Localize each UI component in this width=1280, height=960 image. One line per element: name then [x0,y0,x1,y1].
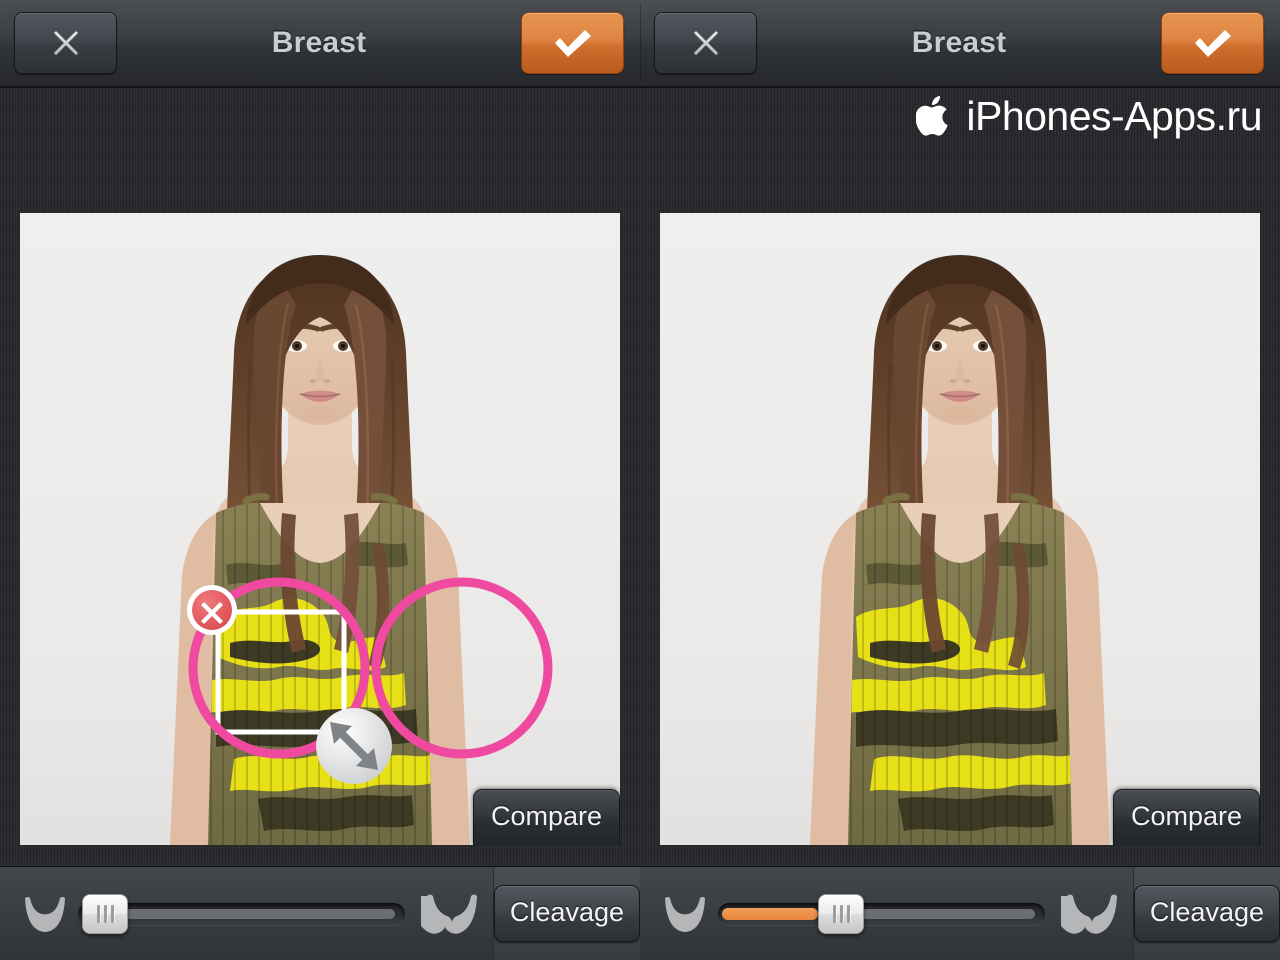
grip-line [839,904,843,923]
photo-pane-right[interactable]: Compare [660,213,1260,845]
slider-region-right [640,867,1133,960]
resize-diagonal-icon [316,708,392,784]
bottom-toolbar-right: Cleavage [640,867,1280,960]
slider-region-left [0,867,493,960]
compare-button-left[interactable]: Compare [472,789,620,845]
overlay-graphics [187,577,553,784]
grip-line [96,904,100,923]
slider-inner-rail [108,908,395,919]
bottom-toolbar: Cleavage Cleavage [0,866,1280,960]
close-icon [693,30,718,56]
compare-button-right[interactable]: Compare [1112,789,1260,845]
confirm-button-left[interactable] [521,12,624,74]
grip-line [103,904,107,923]
check-icon [554,30,591,57]
slider-fill [722,907,818,920]
confirm-button-right[interactable] [1161,12,1264,74]
check-icon [1194,30,1231,57]
grip-line [832,904,836,923]
close-button-right[interactable] [654,12,757,74]
app-screen: Breast Breast iPhones-Apps.ru Compare Co… [0,0,1280,960]
top-toolbar-right: Breast [640,0,1280,86]
cleavage-region-left: Cleavage [492,867,640,960]
selection-frame [215,609,347,735]
bra-large-icon [1060,894,1117,934]
close-icon [53,30,78,56]
photo-image-right [660,213,1260,845]
grip-line [110,904,114,923]
breast-circle-right [371,577,553,759]
cleavage-region-right: Cleavage [1132,867,1280,960]
cleavage-button-left[interactable]: Cleavage [493,885,640,942]
cleavage-button-right[interactable]: Cleavage [1133,885,1280,942]
panel-title-right: Breast [911,26,1007,59]
bottom-toolbar-left: Cleavage [0,867,640,960]
breast-edit-overlay[interactable] [20,213,620,845]
panel-title-left: Breast [271,26,367,59]
breast-size-slider-right[interactable] [718,892,1045,936]
bra-large-icon [420,894,477,934]
close-button-left[interactable] [14,12,117,74]
delete-badge-icon [187,585,237,635]
breast-size-slider-left[interactable] [78,892,405,936]
top-toolbar: Breast Breast [0,0,1280,88]
grip-line [846,904,850,923]
bra-small-icon [665,896,705,932]
slider-thumb-right[interactable] [818,893,864,934]
slider-inner-rail [844,908,1035,919]
top-toolbar-left: Breast [0,0,640,86]
bra-small-icon [25,896,65,932]
slider-thumb-left[interactable] [82,893,128,934]
editor-canvas: Compare Compare [0,88,1280,866]
photo-pane-left[interactable]: Compare [20,213,620,845]
